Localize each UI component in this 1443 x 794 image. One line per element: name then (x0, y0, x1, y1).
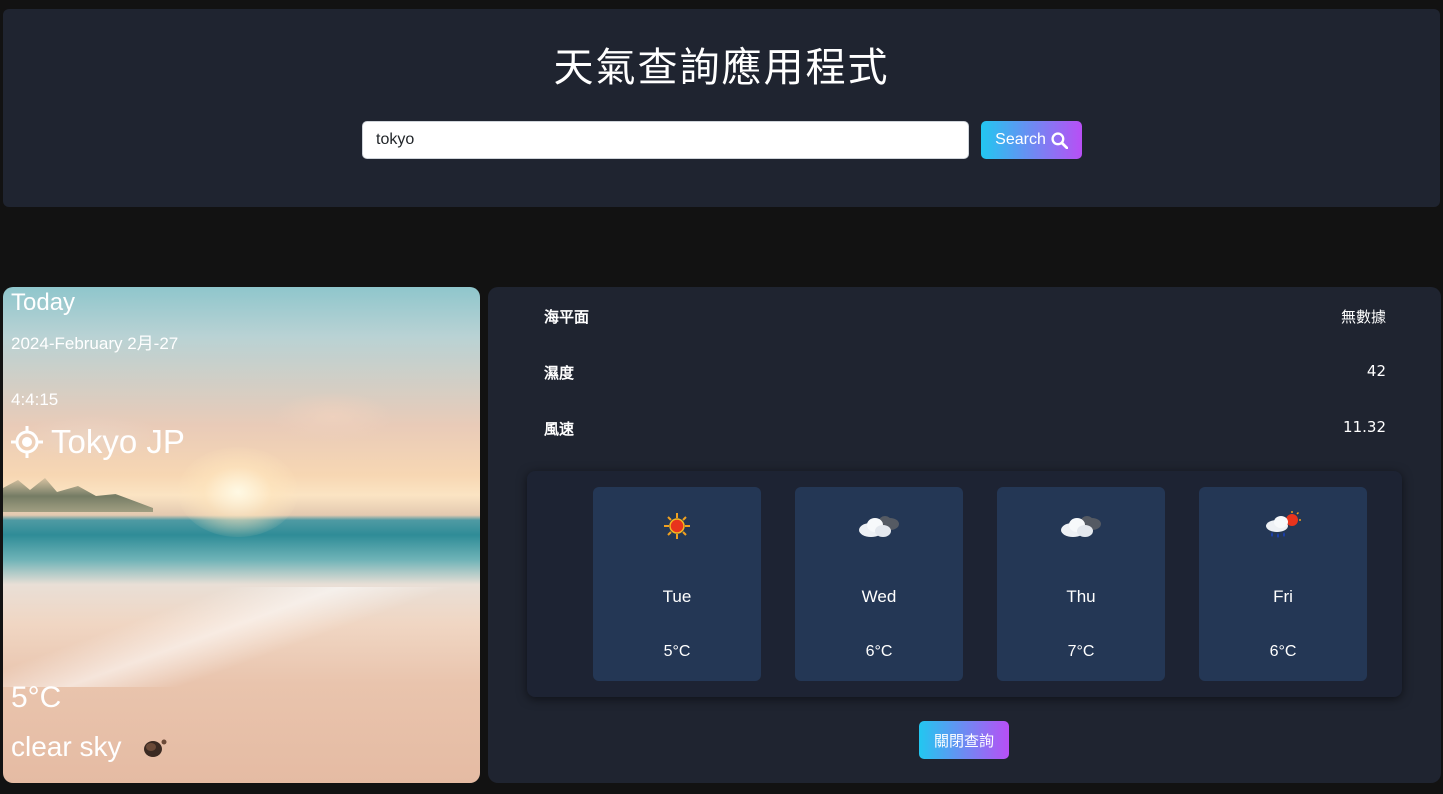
location-name: Tokyo JP (51, 423, 185, 460)
forecast-card-tue: Tue 5°C (593, 487, 761, 681)
detail-value: 11.32 (1343, 418, 1386, 436)
sun-glow-decoration (178, 447, 298, 537)
detail-label: 海平面 (544, 308, 590, 326)
detail-value: 42 (1366, 362, 1386, 380)
rain-sun-icon (1266, 511, 1301, 538)
wave-foam-decoration (3, 587, 480, 687)
forecast-temp: 7°C (1067, 643, 1095, 660)
location-crosshair-icon (11, 426, 43, 458)
condition-text: clear sky (11, 731, 122, 762)
forecast-panel: Tue 5°C Wed 6°C Thu 7°C Fri 6°C (527, 471, 1402, 697)
details-panel: 海平面 無數據 濕度 42 風速 11.32 Tue 5°C Wed 6°C T… (488, 287, 1441, 783)
search-input[interactable] (362, 121, 969, 159)
search-icon (1051, 131, 1068, 149)
forecast-card-thu: Thu 7°C (997, 487, 1165, 681)
forecast-day: Fri (1273, 587, 1293, 606)
forecast-day: Thu (1066, 587, 1096, 606)
forecast-temp: 6°C (865, 643, 893, 660)
today-card: Today 2024-February 2月-27 4:4:15 Tokyo J… (3, 287, 480, 783)
detail-value: 無數據 (1340, 308, 1386, 326)
weather-condition: clear sky (11, 731, 169, 763)
detail-label: 風速 (544, 420, 575, 438)
palm-trees-decoration (3, 478, 153, 512)
search-button[interactable]: Search (981, 121, 1082, 159)
location: Tokyo JP (11, 423, 185, 461)
forecast-temp: 6°C (1269, 643, 1297, 660)
forecast-day: Tue (662, 587, 692, 606)
detail-label: 濕度 (544, 364, 575, 382)
today-date: 2024-February 2月-27 (11, 334, 179, 353)
app-title: 天氣查詢應用程式 (553, 45, 890, 91)
sun-icon (664, 513, 690, 539)
today-label: Today (11, 289, 76, 316)
clear-sky-icon (144, 739, 167, 757)
forecast-card-fri: Fri 6°C (1199, 487, 1367, 681)
forecast-card-wed: Wed 6°C (795, 487, 963, 681)
today-time: 4:4:15 (11, 390, 59, 409)
current-temperature: 5°C (11, 681, 62, 714)
search-button-label: Search (995, 131, 1046, 148)
forecast-temp: 5°C (663, 643, 691, 660)
forecast-day: Wed (861, 587, 897, 606)
header-panel: 天氣查詢應用程式 Search (3, 9, 1440, 207)
cloud-icon (1061, 516, 1101, 537)
cloud-icon (859, 516, 899, 537)
close-query-button[interactable]: 關閉查詢 (919, 721, 1009, 759)
